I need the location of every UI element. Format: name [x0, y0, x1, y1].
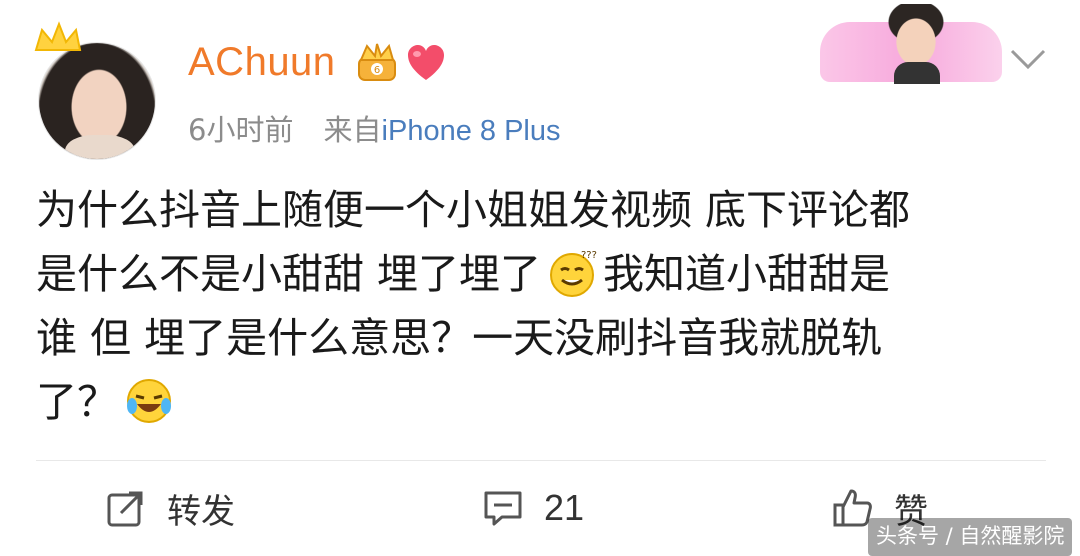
- content-line-text: 是什么不是小甜甜 埋了埋了: [36, 250, 542, 298]
- repost-label: 转发: [167, 491, 235, 532]
- divider: [36, 460, 1046, 461]
- content-line: 谁 但 埋了是什么意思？一天没刷抖音我就脱轨: [36, 314, 883, 362]
- svg-text:6: 6: [374, 65, 380, 76]
- content-line: 是什么不是小甜甜 埋了埋了 ??? 我知道小甜甜是: [36, 242, 1046, 306]
- decoration-person-head: [886, 4, 946, 66]
- content-line: 了？: [36, 370, 1046, 434]
- content-line-text: 我知道小甜甜是: [603, 250, 891, 298]
- source-prefix: 来自: [323, 113, 382, 147]
- crown-decoration-icon: [34, 21, 82, 51]
- decoration-person-body: [894, 62, 940, 84]
- comment-count: 21: [544, 487, 585, 528]
- avatar-container[interactable]: [30, 20, 156, 160]
- crown-badge-icon[interactable]: 6: [355, 40, 399, 84]
- post-time: 6小时前: [188, 113, 294, 147]
- confused-face-emoji: ???: [550, 250, 597, 297]
- source-device[interactable]: iPhone 8 Plus: [382, 115, 561, 147]
- content-line-text: 了？: [36, 378, 118, 426]
- svg-text:???: ???: [581, 250, 597, 261]
- comment-button[interactable]: 21: [482, 480, 584, 536]
- post-content: 为什么抖音上随便一个小姐姐发视频 底下评论都 是什么不是小甜甜 埋了埋了 ???…: [36, 178, 1046, 434]
- repost-button[interactable]: 转发: [105, 480, 235, 536]
- chevron-down-icon[interactable]: [1008, 46, 1048, 72]
- card-decoration[interactable]: [820, 2, 1002, 86]
- laughing-crying-emoji: [127, 379, 171, 423]
- comment-icon: [484, 491, 522, 526]
- repost-icon: [107, 491, 143, 527]
- heart-icon: [408, 45, 444, 80]
- username[interactable]: AChuun: [188, 40, 336, 85]
- watermark: 头条号 / 自然醒影院: [868, 518, 1073, 556]
- content-line: 为什么抖音上随便一个小姐姐发视频 底下评论都: [36, 186, 911, 234]
- post-meta: 6小时前 来自iPhone 8 Plus: [188, 107, 561, 149]
